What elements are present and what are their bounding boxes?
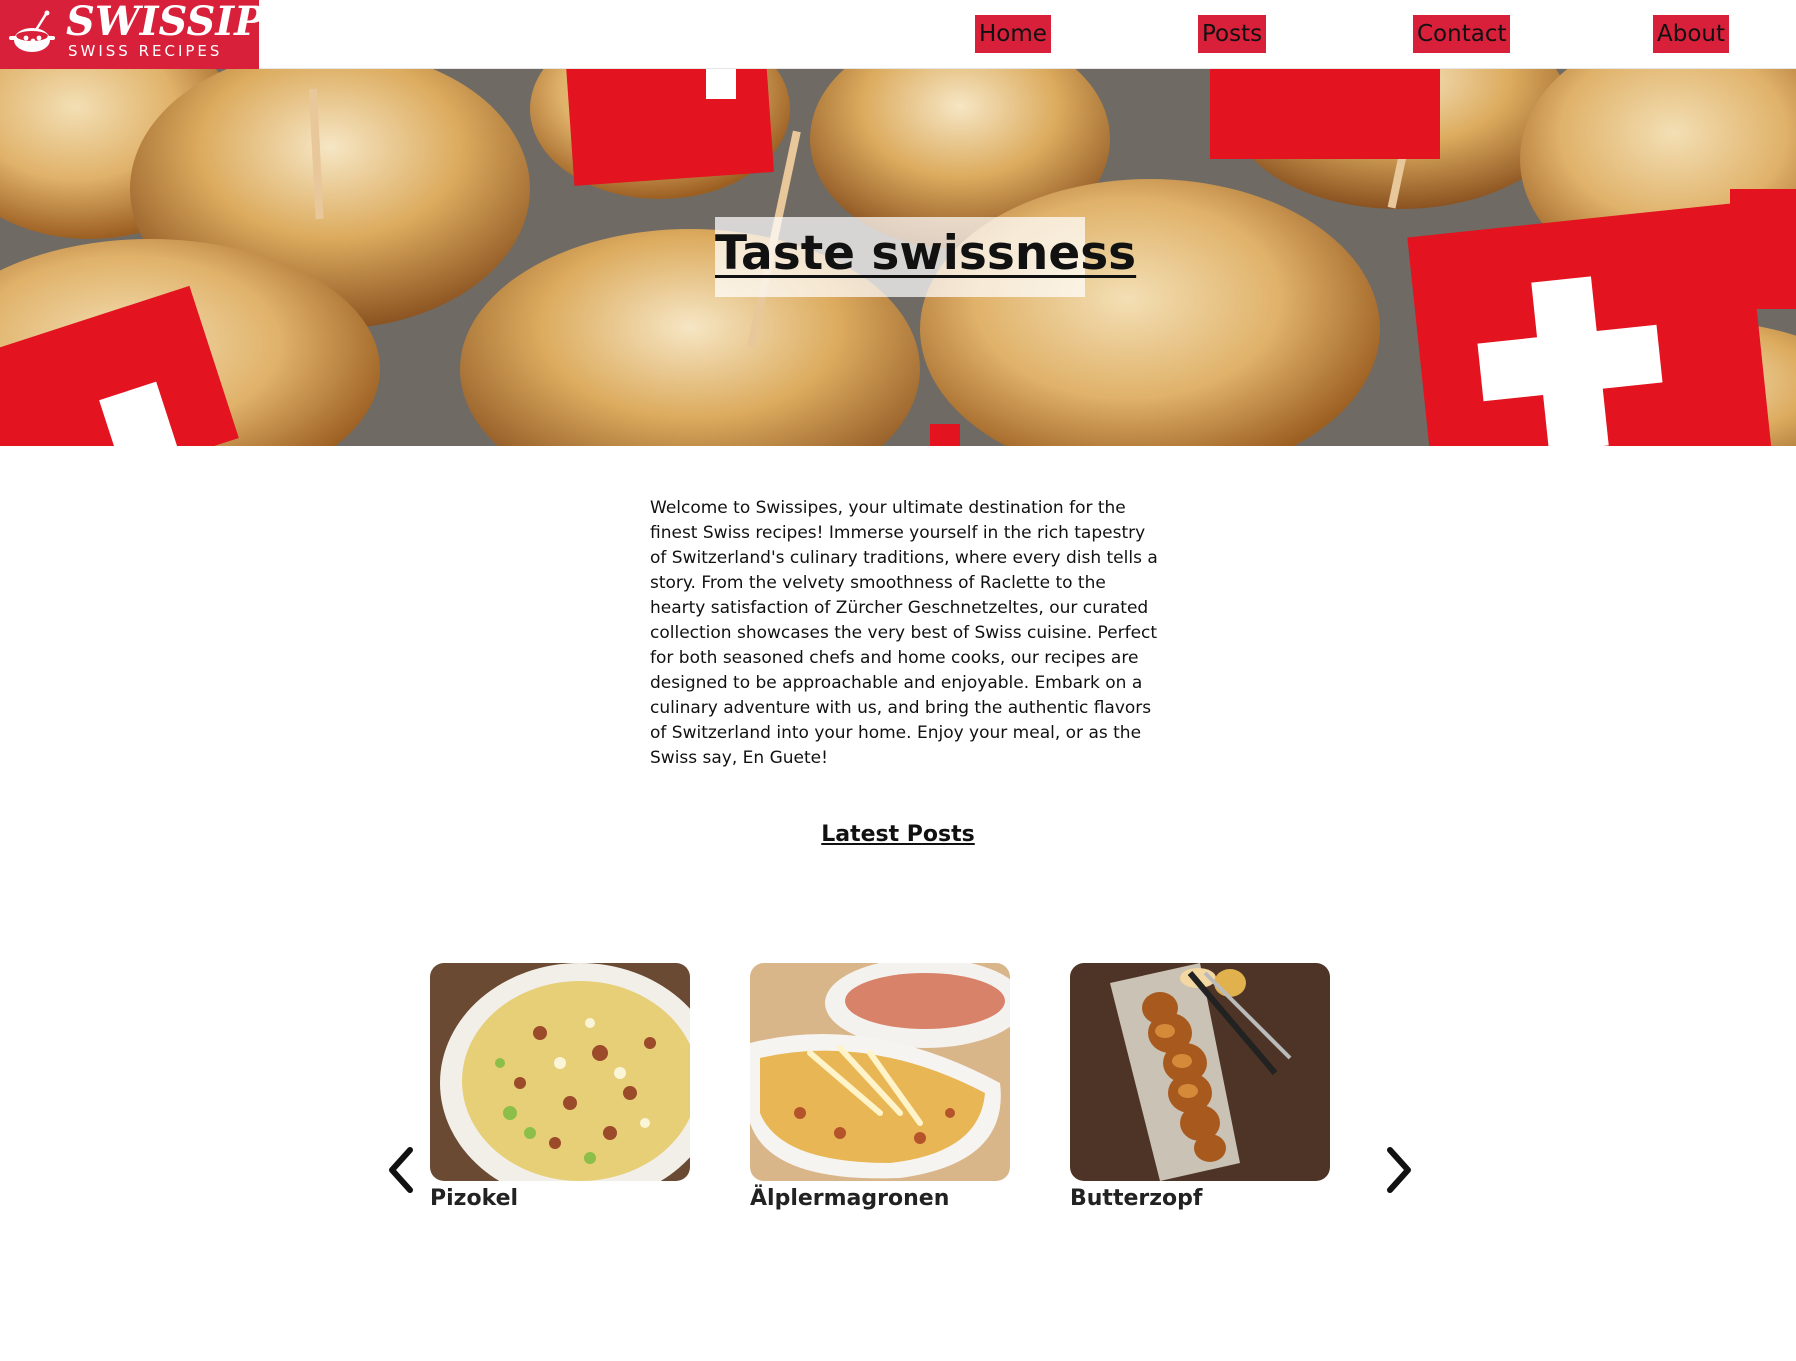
chevron-left-icon <box>389 1147 413 1193</box>
post-title[interactable]: Älplermagronen <box>750 1184 1010 1214</box>
nav-posts-link[interactable]: Posts <box>1198 15 1267 53</box>
nav-home-link[interactable]: Home <box>975 15 1051 53</box>
intro-paragraph: Welcome to Swissipes, your ultimate dest… <box>650 498 1158 768</box>
hero-title-box: Taste swissness <box>715 217 1136 297</box>
post-card[interactable]: Pizokel <box>430 963 690 1214</box>
chevron-right-icon <box>1387 1147 1411 1193</box>
latest-posts-heading: Latest Posts <box>821 822 975 847</box>
fondue-pot-icon <box>9 10 55 52</box>
post-image <box>750 963 1010 1181</box>
latest-posts-carousel: Pizokel Älplermagronen Butterzopf <box>380 955 1420 1235</box>
carousel-next-button[interactable] <box>1380 1140 1420 1200</box>
post-title[interactable]: Butterzopf <box>1070 1184 1330 1214</box>
logo-tagline: SWISS RECIPES <box>68 42 223 60</box>
post-image <box>430 963 690 1181</box>
nav-contact-link[interactable]: Contact <box>1413 15 1511 53</box>
site-logo[interactable]: SWISSIPES SWISS RECIPES <box>0 0 259 69</box>
carousel-prev-button[interactable] <box>380 1140 420 1200</box>
hero-banner: Taste swissness <box>0 69 1796 446</box>
logo-wordmark: SWISSIPES <box>66 0 259 45</box>
post-card[interactable]: Älplermagronen <box>750 963 1010 1214</box>
post-title[interactable]: Pizokel <box>430 1184 690 1214</box>
post-image <box>1070 963 1330 1181</box>
nav-about-link[interactable]: About <box>1653 15 1730 53</box>
site-header: SWISSIPES SWISS RECIPES Home Posts Conta… <box>0 0 1796 69</box>
hero-title: Taste swissness <box>715 226 1137 281</box>
post-card[interactable]: Butterzopf <box>1070 963 1330 1214</box>
